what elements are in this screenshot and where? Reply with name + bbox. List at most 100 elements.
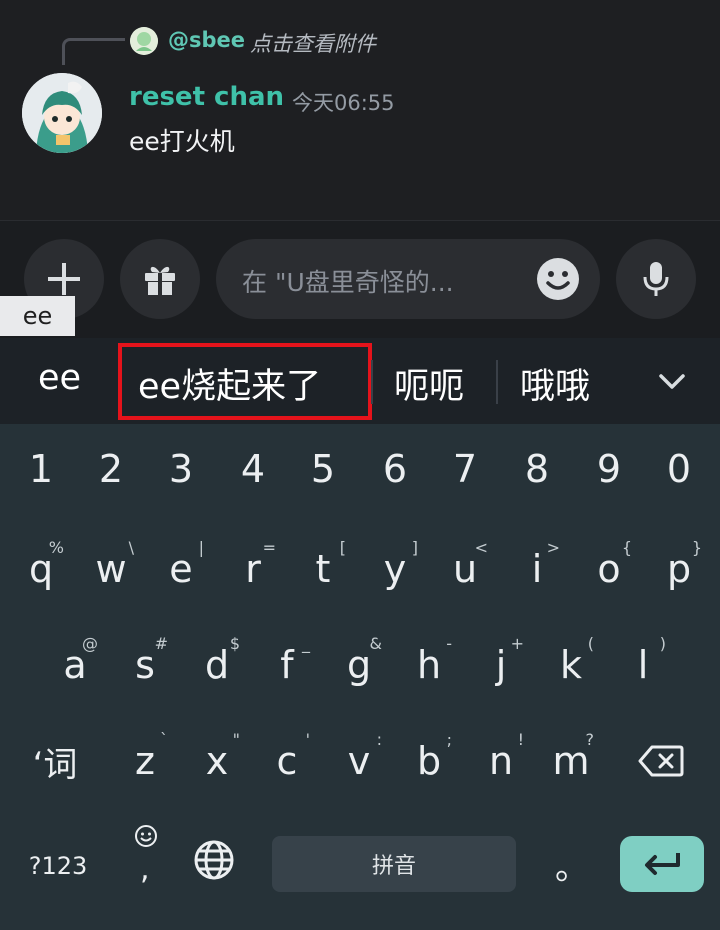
key-b[interactable]: b; bbox=[394, 716, 464, 806]
key-y[interactable]: y] bbox=[360, 524, 430, 614]
key-4[interactable]: 4 bbox=[218, 424, 288, 514]
key-hint: [ bbox=[339, 538, 346, 557]
comma-emoji-key[interactable]: , bbox=[114, 824, 178, 904]
message-timestamp: 今天06:55 bbox=[292, 91, 395, 115]
key-v[interactable]: v: bbox=[324, 716, 394, 806]
key-label: i bbox=[531, 547, 543, 591]
suggestion-1[interactable]: ee bbox=[38, 358, 81, 398]
key-hint: { bbox=[621, 538, 632, 557]
suggestion-4[interactable]: 哦哦 bbox=[520, 358, 590, 409]
key-label: v bbox=[347, 739, 371, 783]
key-hint: + bbox=[510, 634, 524, 653]
key-p[interactable]: p} bbox=[644, 524, 714, 614]
key-o[interactable]: o{ bbox=[574, 524, 644, 614]
key-label: u bbox=[452, 547, 478, 591]
key-2[interactable]: 2 bbox=[76, 424, 146, 514]
suggestion-divider bbox=[496, 360, 498, 404]
key-m[interactable]: m? bbox=[536, 716, 606, 806]
smiley-icon bbox=[135, 825, 157, 847]
backspace-key[interactable] bbox=[626, 716, 696, 806]
key-g[interactable]: g & bbox=[324, 620, 394, 710]
key-label: x bbox=[205, 739, 229, 783]
emoji-icon[interactable] bbox=[536, 257, 580, 301]
key-j[interactable]: j + bbox=[466, 620, 536, 710]
key-hint: ! bbox=[517, 730, 524, 749]
key-label: b bbox=[416, 739, 442, 783]
avatar[interactable] bbox=[22, 73, 102, 153]
key-hint: ) bbox=[659, 634, 666, 653]
key-1[interactable]: 1 bbox=[6, 424, 76, 514]
key-label: p bbox=[666, 547, 692, 591]
key-hint: $ bbox=[229, 634, 240, 653]
message-username[interactable]: reset chan bbox=[129, 82, 284, 112]
key-5[interactable]: 5 bbox=[288, 424, 358, 514]
key-c[interactable]: c ' bbox=[252, 716, 322, 806]
globe-icon bbox=[194, 840, 234, 880]
language-switch-key[interactable] bbox=[192, 838, 242, 888]
key-3[interactable]: 3 bbox=[146, 424, 216, 514]
key-l[interactable]: l) bbox=[608, 620, 678, 710]
key-r[interactable]: r = bbox=[218, 524, 288, 614]
reply-username[interactable]: @sbee bbox=[168, 28, 245, 52]
space-key[interactable]: 拼音 bbox=[272, 836, 516, 892]
key-h[interactable]: h- bbox=[394, 620, 464, 710]
key-hint: ] bbox=[411, 538, 418, 557]
highlight-box bbox=[118, 343, 372, 420]
period-key[interactable]: 。 bbox=[540, 824, 604, 904]
key-n[interactable]: n! bbox=[466, 716, 536, 806]
key-f[interactable]: f _ bbox=[252, 620, 322, 710]
key-i[interactable]: i > bbox=[502, 524, 572, 614]
mic-icon bbox=[643, 262, 669, 296]
key-label: 3 bbox=[168, 447, 194, 491]
key-label: c bbox=[276, 739, 298, 783]
key-label: 9 bbox=[596, 447, 622, 491]
message-placeholder: 在 "U盘里奇怪的... bbox=[242, 268, 454, 297]
voice-button[interactable] bbox=[616, 239, 696, 319]
key-label: 8 bbox=[524, 447, 550, 491]
key-q[interactable]: q% bbox=[6, 524, 76, 614]
key-hint: ` bbox=[160, 730, 168, 749]
reply-attachment-link[interactable]: 点击查看附件 bbox=[250, 28, 376, 58]
message-input[interactable]: 在 "U盘里奇怪的... bbox=[216, 239, 600, 319]
key-label: 0 bbox=[666, 447, 692, 491]
chevron-down-icon[interactable] bbox=[655, 364, 689, 398]
key-s[interactable]: s # bbox=[110, 620, 180, 710]
key-a[interactable]: a @ bbox=[40, 620, 110, 710]
key-hint: # bbox=[154, 634, 168, 653]
key-label: 7 bbox=[452, 447, 478, 491]
key-u[interactable]: u < bbox=[430, 524, 500, 614]
key-hint: | bbox=[198, 538, 204, 557]
key-hint: @ bbox=[82, 634, 98, 653]
key-k[interactable]: k( bbox=[536, 620, 606, 710]
key-w[interactable]: w \ bbox=[76, 524, 146, 614]
key-hint: ' bbox=[305, 730, 310, 749]
plus-icon bbox=[48, 263, 80, 295]
key-hint: ( bbox=[587, 634, 594, 653]
suggestion-3[interactable]: 呃呃 bbox=[394, 358, 464, 409]
key-label: 2 bbox=[98, 447, 124, 491]
key-x[interactable]: x " bbox=[182, 716, 252, 806]
key-0[interactable]: 0 bbox=[644, 424, 714, 514]
key-9[interactable]: 9 bbox=[574, 424, 644, 514]
key-e[interactable]: e | bbox=[146, 524, 216, 614]
key-word-mode[interactable]: ‘词 bbox=[20, 716, 90, 806]
key-label: h bbox=[416, 643, 442, 687]
key-label: f bbox=[280, 643, 294, 687]
key-t[interactable]: t[ bbox=[288, 524, 358, 614]
key-label: t bbox=[315, 547, 331, 591]
key-hint: " bbox=[232, 730, 240, 749]
key-label: s bbox=[135, 643, 155, 687]
key-z[interactable]: z ` bbox=[110, 716, 180, 806]
key-label: l bbox=[637, 643, 649, 687]
enter-key[interactable] bbox=[620, 836, 704, 892]
symbols-key[interactable]: ?123 bbox=[18, 836, 98, 896]
key-6[interactable]: 6 bbox=[360, 424, 430, 514]
gift-button[interactable] bbox=[120, 239, 200, 319]
key-hint: ; bbox=[446, 730, 452, 749]
key-d[interactable]: d $ bbox=[182, 620, 252, 710]
key-7[interactable]: 7 bbox=[430, 424, 500, 514]
key-8[interactable]: 8 bbox=[502, 424, 572, 514]
key-hint: } bbox=[691, 538, 702, 557]
key-label: r bbox=[245, 547, 261, 591]
reply-avatar[interactable] bbox=[130, 27, 158, 55]
